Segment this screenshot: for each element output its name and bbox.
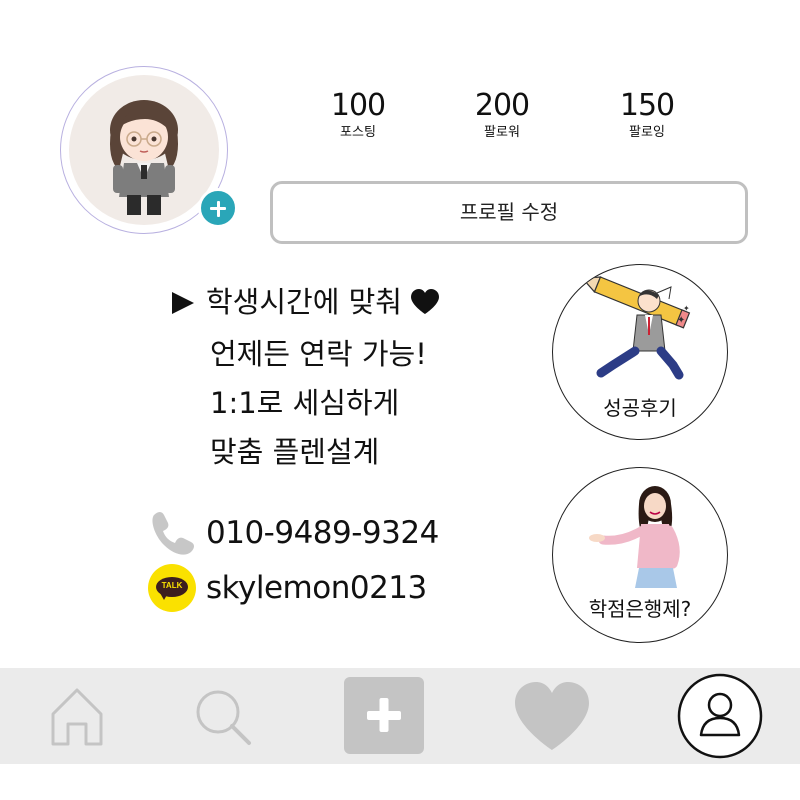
phone-icon: [152, 512, 194, 555]
add-story-icon[interactable]: [198, 188, 238, 228]
edit-profile-button[interactable]: 프로필 수정: [270, 181, 748, 244]
heart-icon: [515, 682, 589, 750]
bio-line-3: 1:1로 세심하게: [210, 386, 400, 420]
kakao-badge-text: TALK: [161, 581, 183, 590]
bio-line-4: 맞춤 플렌설계: [210, 435, 380, 469]
nav-profile[interactable]: [676, 668, 764, 764]
svg-text:✦: ✦: [677, 315, 685, 326]
highlight-2-label: 학점은행제?: [588, 597, 692, 621]
stat-followers[interactable]: 200 팔로워: [442, 88, 562, 142]
avatar-illustration: [110, 100, 178, 215]
phone-contact[interactable]: 010-9489-9324: [148, 508, 439, 558]
svg-text:✦: ✦: [683, 304, 690, 313]
bio-line-2: 언제든 연락 가능!: [210, 337, 427, 371]
nav-home[interactable]: [48, 668, 106, 764]
nav-search[interactable]: [192, 668, 254, 764]
highlight-success-stories[interactable]: ✦ ✦ 성공후기: [552, 264, 728, 440]
avatar-background: [69, 75, 219, 225]
nav-add-post[interactable]: [344, 668, 424, 764]
stat-following-label: 팔로잉: [629, 125, 665, 140]
stat-following-value: 150: [619, 88, 675, 123]
highlight-credit-bank[interactable]: 학점은행제?: [552, 467, 728, 643]
stat-posts[interactable]: 100 포스팅: [298, 88, 418, 142]
kakao-contact[interactable]: TALK skylemon0213: [148, 563, 427, 613]
bio-line-1-text: 학생시간에 맞춰: [206, 285, 402, 319]
bottom-navigation: [0, 668, 800, 764]
kakao-id: skylemon0213: [206, 570, 427, 606]
search-icon: [196, 690, 251, 745]
stat-posts-label: 포스팅: [340, 125, 376, 140]
stat-followers-value: 200: [474, 88, 530, 123]
profile-icon: [677, 673, 763, 759]
bio-text: 학생시간에 맞춰 언제든 연락 가능! 1:1로 세심하게 맞춤 플렌설계: [172, 278, 440, 477]
stat-posts-value: 100: [330, 88, 386, 123]
phone-number: 010-9489-9324: [206, 515, 439, 551]
kakaotalk-icon: TALK: [148, 564, 196, 612]
bio-line-1: 학생시간에 맞춰: [172, 278, 440, 330]
add-post-icon: [344, 677, 424, 754]
stat-following[interactable]: 150 팔로잉: [587, 88, 707, 142]
highlight-1-label: 성공후기: [603, 396, 677, 420]
stat-followers-label: 팔로워: [484, 125, 520, 140]
play-triangle-icon: [172, 292, 194, 314]
heart-icon: [410, 281, 440, 330]
nav-activity[interactable]: [512, 668, 592, 764]
home-icon: [51, 688, 103, 746]
